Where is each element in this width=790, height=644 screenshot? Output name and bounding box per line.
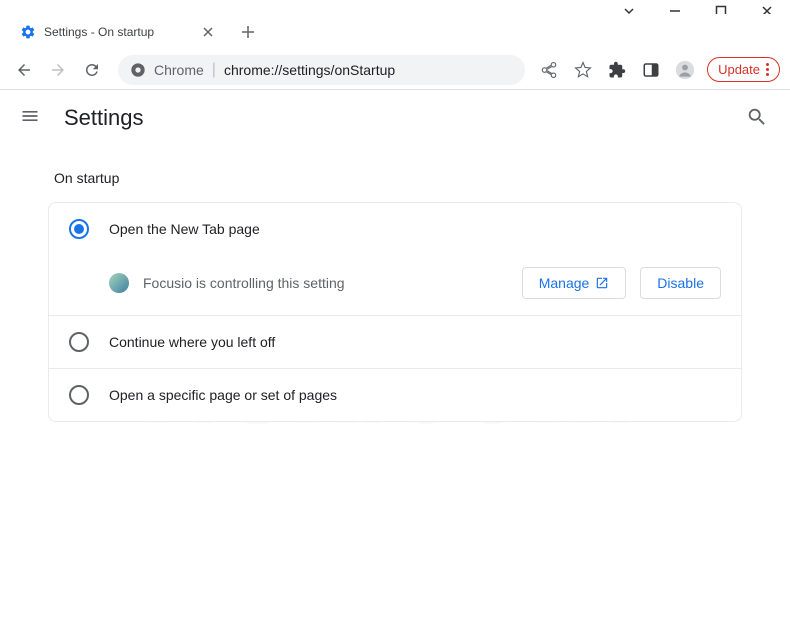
- startup-options-card: Open the New Tab page Focusio is control…: [48, 202, 742, 422]
- address-bar[interactable]: Chrome | chrome://settings/onStartup: [118, 55, 525, 85]
- window-controls: [0, 0, 790, 14]
- radio-option-specific-pages[interactable]: Open a specific page or set of pages: [49, 369, 741, 421]
- manage-label: Manage: [539, 275, 590, 291]
- page-title: Settings: [64, 105, 144, 131]
- settings-gear-icon: [20, 24, 36, 40]
- update-button[interactable]: Update: [707, 57, 780, 82]
- extension-control-row: Focusio is controlling this setting Mana…: [49, 255, 741, 315]
- radio-label: Continue where you left off: [109, 334, 275, 350]
- settings-header: Settings: [0, 90, 790, 146]
- url-host: Chrome: [154, 62, 204, 78]
- open-external-icon: [595, 276, 609, 290]
- radio-unselected-icon[interactable]: [69, 332, 89, 352]
- disable-label: Disable: [657, 275, 704, 291]
- url-path: chrome://settings/onStartup: [224, 62, 395, 78]
- radio-label: Open a specific page or set of pages: [109, 387, 337, 403]
- tab-close-button[interactable]: [200, 24, 216, 40]
- radio-selected-icon[interactable]: [69, 219, 89, 239]
- chrome-icon: [130, 62, 146, 78]
- browser-tab[interactable]: Settings - On startup: [8, 15, 228, 49]
- extension-message: Focusio is controlling this setting: [143, 275, 508, 291]
- forward-button[interactable]: [44, 56, 72, 84]
- back-button[interactable]: [10, 56, 38, 84]
- share-icon[interactable]: [537, 58, 561, 82]
- settings-content: On startup Open the New Tab page Focusio…: [0, 170, 790, 422]
- radio-option-continue[interactable]: Continue where you left off: [49, 316, 741, 368]
- hamburger-menu-icon[interactable]: [20, 106, 44, 130]
- tab-bar: Settings - On startup: [0, 14, 790, 50]
- search-icon[interactable]: [746, 106, 770, 130]
- manage-button[interactable]: Manage: [522, 267, 627, 299]
- side-panel-icon[interactable]: [639, 58, 663, 82]
- new-tab-button[interactable]: [234, 18, 262, 46]
- browser-toolbar: Chrome | chrome://settings/onStartup Upd…: [0, 50, 790, 90]
- radio-option-new-tab[interactable]: Open the New Tab page: [49, 203, 741, 255]
- update-label: Update: [718, 62, 760, 77]
- reload-button[interactable]: [78, 56, 106, 84]
- radio-unselected-icon[interactable]: [69, 385, 89, 405]
- extensions-puzzle-icon[interactable]: [605, 58, 629, 82]
- radio-label: Open the New Tab page: [109, 221, 260, 237]
- menu-dots-icon: [766, 63, 769, 76]
- tab-title: Settings - On startup: [44, 25, 192, 39]
- profile-avatar-icon[interactable]: [673, 58, 697, 82]
- disable-button[interactable]: Disable: [640, 267, 721, 299]
- extension-icon: [109, 273, 129, 293]
- section-title: On startup: [54, 170, 766, 186]
- bookmark-star-icon[interactable]: [571, 58, 595, 82]
